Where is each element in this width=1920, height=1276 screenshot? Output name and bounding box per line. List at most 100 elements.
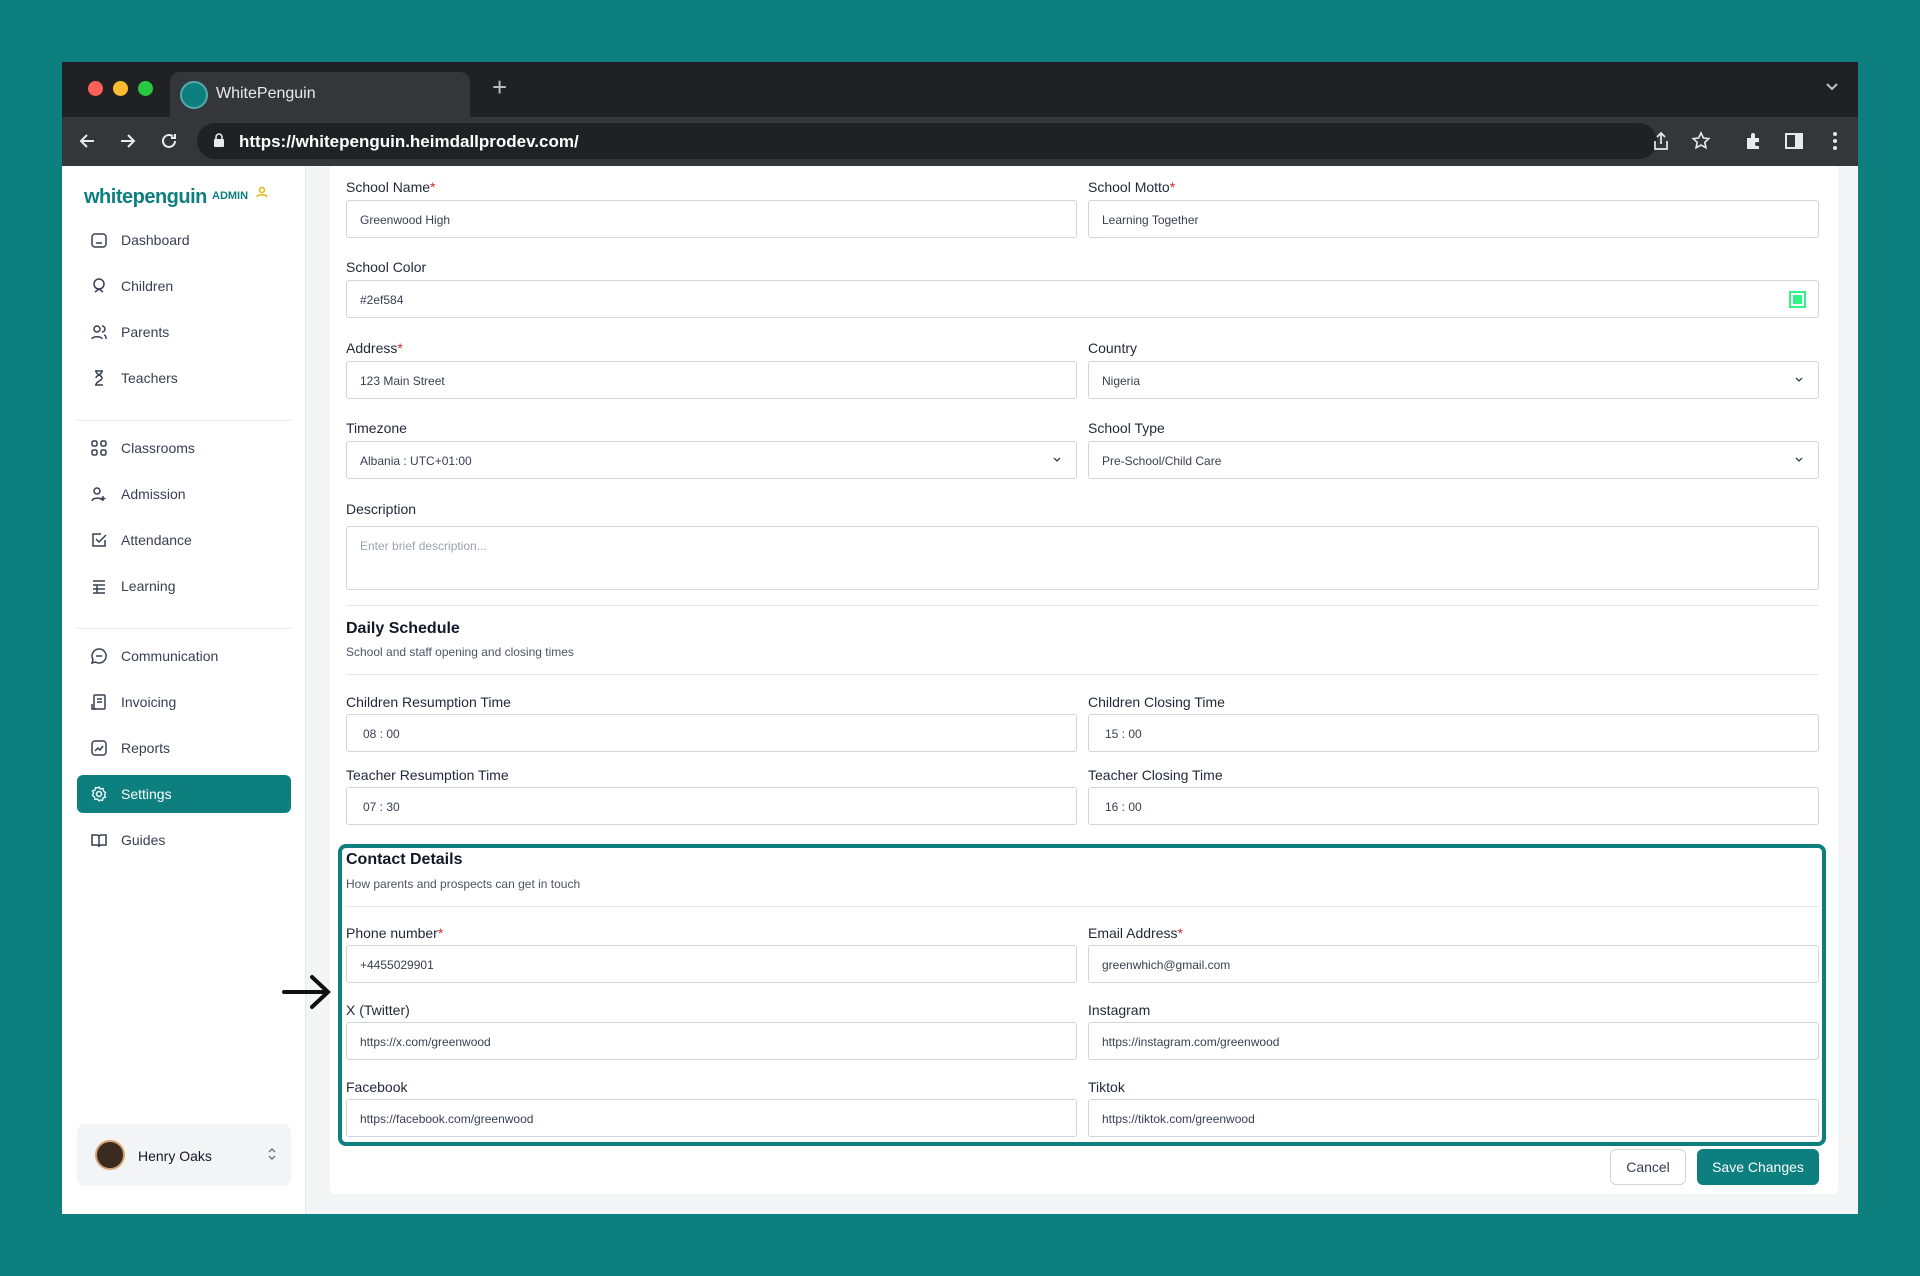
color-swatch[interactable] bbox=[1789, 291, 1806, 308]
bookmark-star-icon[interactable] bbox=[1690, 130, 1712, 152]
teacher-closing-label: Teacher Closing Time bbox=[1088, 767, 1223, 783]
phone-label: Phone number* bbox=[346, 925, 444, 941]
description-label: Description bbox=[346, 501, 417, 517]
sidebar-item-label: Guides bbox=[121, 832, 166, 848]
email-input[interactable]: greenwhich@gmail.com bbox=[1088, 945, 1819, 983]
sidebar-item-settings[interactable]: Settings bbox=[77, 775, 291, 813]
url-text: https://whitepenguin.heimdallprodev.com/ bbox=[239, 132, 579, 151]
facebook-input[interactable]: https://facebook.com/greenwood bbox=[346, 1099, 1077, 1137]
browser-toolbar: https://whitepenguin.heimdallprodev.com/ bbox=[62, 117, 1858, 166]
school-motto-label: School Motto* bbox=[1088, 179, 1176, 195]
invoice-icon bbox=[91, 694, 106, 710]
teacher-icon bbox=[95, 370, 103, 386]
tab-bar: WhitePenguin + bbox=[62, 62, 1858, 117]
save-changes-button[interactable]: Save Changes bbox=[1697, 1149, 1819, 1185]
description-textarea[interactable]: Enter brief description... bbox=[346, 526, 1819, 590]
side-panel-icon[interactable] bbox=[1783, 130, 1805, 152]
minimize-window-button[interactable] bbox=[113, 81, 128, 96]
sidebar: whitepenguin ADMIN Dashboard Children Pa… bbox=[62, 166, 306, 1214]
sidebar-item-label: Communication bbox=[121, 648, 219, 664]
sidebar-item-communication[interactable]: Communication bbox=[77, 637, 291, 675]
chart-icon bbox=[91, 740, 107, 756]
sidebar-item-label: Teachers bbox=[121, 370, 178, 386]
book-open-icon bbox=[91, 834, 107, 848]
sidebar-item-label: Parents bbox=[121, 324, 170, 340]
sidebar-item-attendance[interactable]: Attendance bbox=[77, 521, 291, 559]
timezone-label: Timezone bbox=[346, 420, 407, 436]
school-motto-input[interactable]: Learning Together bbox=[1088, 200, 1819, 238]
close-window-button[interactable] bbox=[88, 81, 103, 96]
sidebar-item-guides[interactable]: Guides bbox=[77, 821, 291, 859]
address-bar[interactable]: https://whitepenguin.heimdallprodev.com/ bbox=[197, 123, 1657, 159]
tiktok-label: Tiktok bbox=[1088, 1079, 1125, 1095]
share-icon[interactable] bbox=[1650, 130, 1672, 152]
phone-input[interactable]: +4455029901 bbox=[346, 945, 1077, 983]
sidebar-divider bbox=[77, 628, 291, 629]
school-name-input[interactable]: Greenwood High bbox=[346, 200, 1077, 238]
section-divider bbox=[346, 906, 1819, 907]
sidebar-item-learning[interactable]: Learning bbox=[77, 567, 291, 605]
children-resumption-label: Children Resumption Time bbox=[346, 694, 511, 710]
book-list-icon bbox=[93, 580, 105, 594]
sidebar-item-label: Settings bbox=[121, 786, 172, 802]
sidebar-divider bbox=[77, 420, 291, 421]
app-logo[interactable]: whitepenguin bbox=[84, 186, 207, 209]
reload-icon[interactable] bbox=[158, 130, 180, 152]
browser-tab[interactable]: WhitePenguin bbox=[170, 72, 470, 117]
maximize-window-button[interactable] bbox=[138, 81, 153, 96]
chevron-up-down-icon bbox=[268, 1148, 276, 1160]
sidebar-item-invoicing[interactable]: Invoicing bbox=[77, 683, 291, 721]
sidebar-item-teachers[interactable]: Teachers bbox=[77, 359, 291, 397]
instagram-input[interactable]: https://instagram.com/greenwood bbox=[1088, 1022, 1819, 1060]
sidebar-item-reports[interactable]: Reports bbox=[77, 729, 291, 767]
gear-icon bbox=[91, 786, 107, 802]
sidebar-item-parents[interactable]: Parents bbox=[77, 313, 291, 351]
user-plus-icon bbox=[91, 487, 106, 502]
tiktok-input[interactable]: https://tiktok.com/greenwood bbox=[1088, 1099, 1819, 1137]
address-input[interactable]: 123 Main Street bbox=[346, 361, 1077, 399]
more-menu-icon[interactable] bbox=[1824, 130, 1846, 152]
extensions-icon[interactable] bbox=[1743, 130, 1765, 152]
tab-search-chevron-icon[interactable] bbox=[1824, 78, 1840, 94]
country-select[interactable]: Nigeria bbox=[1088, 361, 1819, 399]
admin-user-icon bbox=[256, 186, 268, 198]
daily-schedule-subtitle: School and staff opening and closing tim… bbox=[346, 645, 574, 659]
child-icon bbox=[93, 278, 105, 293]
chevron-down-icon bbox=[1795, 377, 1803, 382]
school-color-input[interactable]: #2ef584 bbox=[346, 280, 1819, 318]
sidebar-item-children[interactable]: Children bbox=[77, 267, 291, 305]
school-color-label: School Color bbox=[346, 259, 427, 275]
school-name-label: School Name* bbox=[346, 179, 436, 195]
sidebar-item-label: Attendance bbox=[121, 532, 192, 548]
forward-arrow-icon[interactable] bbox=[117, 130, 139, 152]
back-arrow-icon[interactable] bbox=[76, 130, 98, 152]
teacher-resumption-label: Teacher Resumption Time bbox=[346, 767, 509, 783]
twitter-input[interactable]: https://x.com/greenwood bbox=[346, 1022, 1077, 1060]
timezone-select[interactable]: Albania : UTC+01:00 bbox=[346, 441, 1077, 479]
user-menu[interactable]: Henry Oaks bbox=[77, 1124, 291, 1186]
children-closing-time-input[interactable]: 15 : 00 bbox=[1088, 714, 1819, 752]
cancel-button[interactable]: Cancel bbox=[1610, 1149, 1686, 1185]
avatar bbox=[95, 1140, 125, 1170]
section-divider bbox=[346, 674, 1819, 675]
instagram-label: Instagram bbox=[1088, 1002, 1151, 1018]
favicon-icon bbox=[180, 81, 208, 109]
children-resumption-time-input[interactable]: 08 : 00 bbox=[346, 714, 1077, 752]
chevron-down-icon bbox=[1795, 457, 1803, 462]
sidebar-item-label: Classrooms bbox=[121, 440, 195, 456]
sidebar-item-dashboard[interactable]: Dashboard bbox=[77, 221, 291, 259]
contact-details-title: Contact Details bbox=[346, 851, 463, 868]
teacher-closing-time-input[interactable]: 16 : 00 bbox=[1088, 787, 1819, 825]
sidebar-item-label: Admission bbox=[121, 486, 186, 502]
new-tab-button[interactable]: + bbox=[492, 74, 507, 100]
school-type-select[interactable]: Pre-School/Child Care bbox=[1088, 441, 1819, 479]
twitter-label: X (Twitter) bbox=[346, 1002, 410, 1018]
school-type-label: School Type bbox=[1088, 420, 1165, 436]
teacher-resumption-time-input[interactable]: 07 : 30 bbox=[346, 787, 1077, 825]
lock-icon bbox=[214, 133, 224, 147]
sidebar-item-classrooms[interactable]: Classrooms bbox=[77, 429, 291, 467]
sidebar-item-admission[interactable]: Admission bbox=[77, 475, 291, 513]
email-label: Email Address* bbox=[1088, 925, 1183, 941]
daily-schedule-title: Daily Schedule bbox=[346, 620, 460, 637]
tab-title: WhitePenguin bbox=[216, 85, 316, 102]
